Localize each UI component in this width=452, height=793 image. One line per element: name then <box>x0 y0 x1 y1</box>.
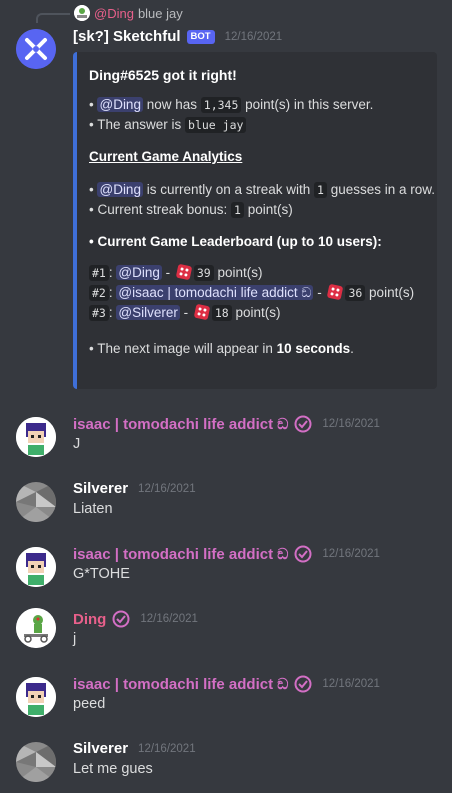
user-mention[interactable]: @isaac | tomodachi life addict ඞ <box>116 285 314 300</box>
timestamp: 12/16/2021 <box>138 742 196 755</box>
next-image-line: • The next image will appear in 10 secon… <box>89 341 354 356</box>
message-text: j <box>73 631 77 647</box>
embed-title: Ding#6525 got it right! <box>89 67 237 83</box>
verified-icon <box>294 545 312 563</box>
reply-context[interactable]: @Ding blue jay <box>74 4 183 22</box>
embed-card: Ding#6525 got it right! • @Ding now has … <box>73 52 437 389</box>
points-line: • @Ding now has 1,345 point(s) in this s… <box>89 97 374 113</box>
bot-badge: BOT <box>186 29 215 44</box>
message-text: peed <box>73 696 106 712</box>
silverer-avatar[interactable] <box>16 482 56 522</box>
isaac-avatar[interactable] <box>16 677 56 717</box>
isaac-avatar[interactable] <box>16 417 56 457</box>
user-mention[interactable]: @Ding <box>97 182 143 197</box>
username[interactable]: isaac | tomodachi life addict ඞ <box>73 546 288 563</box>
leaderboard-row: #2: @isaac | tomodachi life addict ඞ - 3… <box>89 283 425 303</box>
bot-username[interactable]: [sk?] Sketchful <box>73 28 181 45</box>
message-text: Liaten <box>73 501 113 517</box>
timestamp: 12/16/2021 <box>140 613 198 625</box>
timestamp: 12/16/2021 <box>322 548 380 560</box>
reply-text: blue jay <box>137 5 183 21</box>
dice-icon <box>193 303 211 321</box>
ding-avatar[interactable] <box>16 608 56 648</box>
username[interactable]: isaac | tomodachi life addict ඞ <box>73 676 288 693</box>
username[interactable]: Ding <box>73 611 106 628</box>
username[interactable]: Silverer <box>73 480 128 497</box>
leaderboard-row: #1: @Ding - 39 point(s) <box>89 263 425 283</box>
message-text: J <box>73 436 81 452</box>
leaderboard-heading: • Current Game Leaderboard (up to 10 use… <box>89 234 382 249</box>
verified-icon <box>294 415 312 433</box>
username[interactable]: Silverer <box>73 740 128 757</box>
user-mention[interactable]: @Ding <box>116 265 162 280</box>
timestamp: 12/16/2021 <box>322 678 380 690</box>
reply-mention[interactable]: @Ding <box>94 6 134 21</box>
reply-avatar <box>74 5 90 21</box>
message-text: Let me gues <box>73 761 153 777</box>
timestamp: 12/16/2021 <box>322 418 380 430</box>
isaac-avatar[interactable] <box>16 547 56 587</box>
username[interactable]: isaac | tomodachi life addict ඞ <box>73 416 288 433</box>
user-mention[interactable]: @Ding <box>97 97 143 112</box>
answer-line: • The answer is blue jay <box>89 115 425 135</box>
user-mention[interactable]: @Silverer <box>116 305 180 320</box>
timestamp: 12/16/2021 <box>224 30 283 43</box>
sketchful-avatar[interactable] <box>16 29 56 69</box>
verified-icon <box>112 610 130 628</box>
reply-connector <box>36 13 70 23</box>
verified-icon <box>294 675 312 693</box>
streak-line: • @Ding is currently on a streak with 1 … <box>89 182 436 198</box>
message-text: G*TOHE <box>73 566 130 582</box>
dice-icon <box>327 283 344 301</box>
timestamp: 12/16/2021 <box>138 482 196 495</box>
silverer-avatar[interactable] <box>16 742 56 782</box>
leaderboard-row: #3: @Silverer - 18 point(s) <box>89 303 425 323</box>
analytics-heading: Current Game Analytics <box>89 149 243 164</box>
dice-icon <box>175 263 193 281</box>
bonus-line: • Current streak bonus: 1 point(s) <box>89 202 293 218</box>
